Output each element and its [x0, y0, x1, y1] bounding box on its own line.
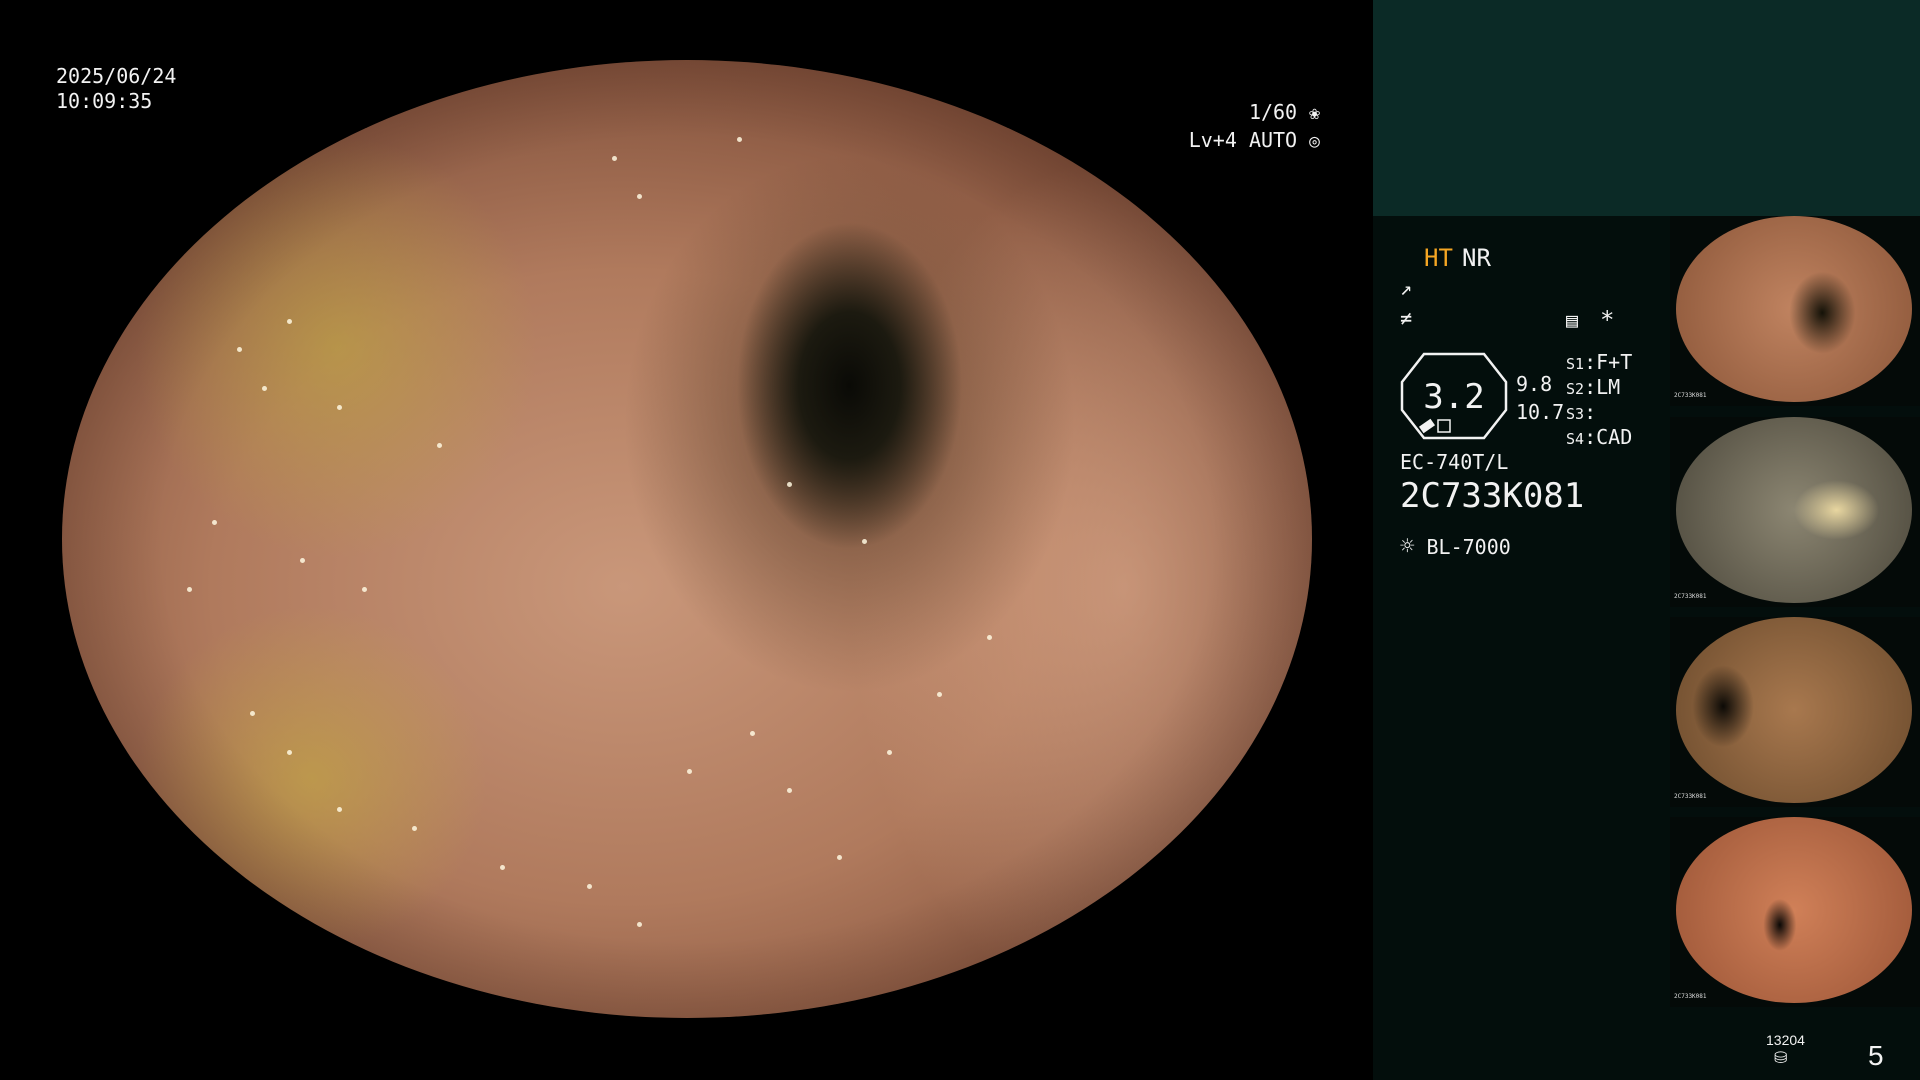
thumbnail-image: [1676, 417, 1912, 603]
zoom-side-top: 9.8: [1516, 372, 1553, 396]
image-count: 5: [1868, 1040, 1884, 1071]
switch-s3: S3:: [1566, 400, 1597, 424]
light-level: Lv+4 AUTO ◎: [1188, 128, 1320, 152]
scope-model: EC-740T/L: [1400, 450, 1509, 474]
thumbnail-label: 2C733K081: [1674, 993, 1707, 1000]
capture-thumbnail[interactable]: 2C733K081: [1670, 417, 1920, 607]
thumbnail-label: 2C733K081: [1674, 593, 1707, 600]
thumbnail-label: 2C733K081: [1674, 392, 1707, 399]
endoscope-viewport: [0, 0, 1373, 1080]
capture-thumbnail[interactable]: 2C733K081: [1670, 817, 1920, 1007]
storage-count: 13204: [1766, 1032, 1805, 1048]
disk-stack-icon: ⛁: [1774, 1048, 1788, 1067]
scope-serial: 2C733K081: [1400, 476, 1585, 516]
thumbnail-image: [1676, 216, 1912, 402]
lamp-icon: ☼: [1400, 532, 1415, 560]
color-mode-icon: ≠: [1400, 306, 1413, 330]
exam-date: 2025/06/24: [56, 64, 177, 88]
zoom-value: 3.2: [1423, 377, 1484, 417]
ht-indicator: HT: [1424, 244, 1453, 272]
nr-indicator: NR: [1462, 244, 1491, 272]
zoom-side-bottom: 10.7: [1516, 400, 1565, 424]
thumbnail-label: 2C733K081: [1674, 793, 1707, 800]
switch-s1: S1:F+T: [1566, 350, 1633, 374]
capture-thumbnail[interactable]: 2C733K081: [1670, 617, 1920, 807]
endoscope-live-image: [62, 60, 1312, 1018]
enhancement-icon: ↗: [1400, 276, 1413, 300]
settings-list-icon: ▤: [1566, 308, 1579, 332]
light-source: ☼ BL-7000: [1400, 532, 1511, 560]
capture-thumbnail[interactable]: 2C733K081: [1670, 216, 1920, 406]
exam-time: 10:09:35: [56, 89, 153, 113]
shutter-speed: 1/60 ❀: [1248, 100, 1320, 124]
zoom-gauge: 3.2: [1400, 352, 1508, 440]
iris-icon: ◎: [1309, 131, 1320, 152]
patient-info-area: [1373, 0, 1920, 216]
thumbnail-image: [1676, 817, 1912, 1003]
asterisk-indicator: *: [1600, 306, 1615, 334]
aperture-icon: ❀: [1309, 103, 1320, 124]
thumbnail-image: [1676, 617, 1912, 803]
switch-s2: S2:LM: [1566, 375, 1621, 399]
switch-s4: S4:CAD: [1566, 425, 1633, 449]
